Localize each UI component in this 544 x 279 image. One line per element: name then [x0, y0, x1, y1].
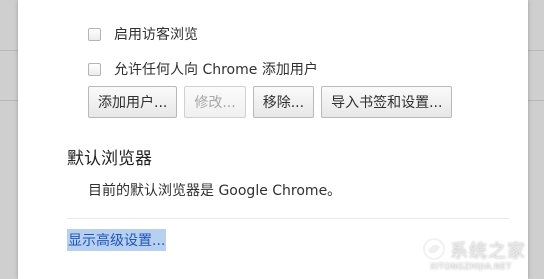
- guest-browsing-label: 启用访客浏览: [114, 27, 198, 43]
- allow-anyone-add-user-option[interactable]: 允许任何人向 Chrome 添加用户: [88, 59, 318, 79]
- watermark-text-cn: 系统之家: [450, 241, 526, 262]
- guest-browsing-option[interactable]: 启用访客浏览: [88, 24, 198, 44]
- watermark-text-en: XITONGZHIJIA.NET: [430, 262, 512, 271]
- watermark-logo-icon: [423, 238, 445, 260]
- backdrop-line: [0, 50, 18, 51]
- allow-anyone-add-user-label: 允许任何人向 Chrome 添加用户: [114, 62, 318, 78]
- site-watermark: 系统之家 XITONGZHIJIA.NET: [422, 235, 540, 275]
- default-browser-description: 目前的默认浏览器是 Google Chrome。: [88, 183, 342, 199]
- show-advanced-settings-link[interactable]: 显示高级设置...: [67, 229, 167, 251]
- guest-browsing-checkbox[interactable]: [88, 27, 101, 41]
- section-divider: [67, 218, 509, 219]
- backdrop-line: [0, 100, 18, 101]
- edit-user-button[interactable]: 修改...: [184, 86, 246, 118]
- default-browser-heading: 默认浏览器: [67, 149, 152, 169]
- backdrop-line: [526, 100, 544, 101]
- add-user-button[interactable]: 添加用户...: [88, 86, 178, 118]
- allow-anyone-add-user-checkbox[interactable]: [88, 62, 101, 76]
- import-bookmarks-button[interactable]: 导入书签和设置...: [321, 86, 453, 118]
- user-buttons-row: 添加用户... 修改... 移除... 导入书签和设置...: [88, 86, 459, 118]
- screenshot-frame: 启用访客浏览 允许任何人向 Chrome 添加用户 添加用户... 修改... …: [0, 0, 544, 279]
- remove-user-button[interactable]: 移除...: [252, 86, 315, 118]
- backdrop-line: [526, 50, 544, 51]
